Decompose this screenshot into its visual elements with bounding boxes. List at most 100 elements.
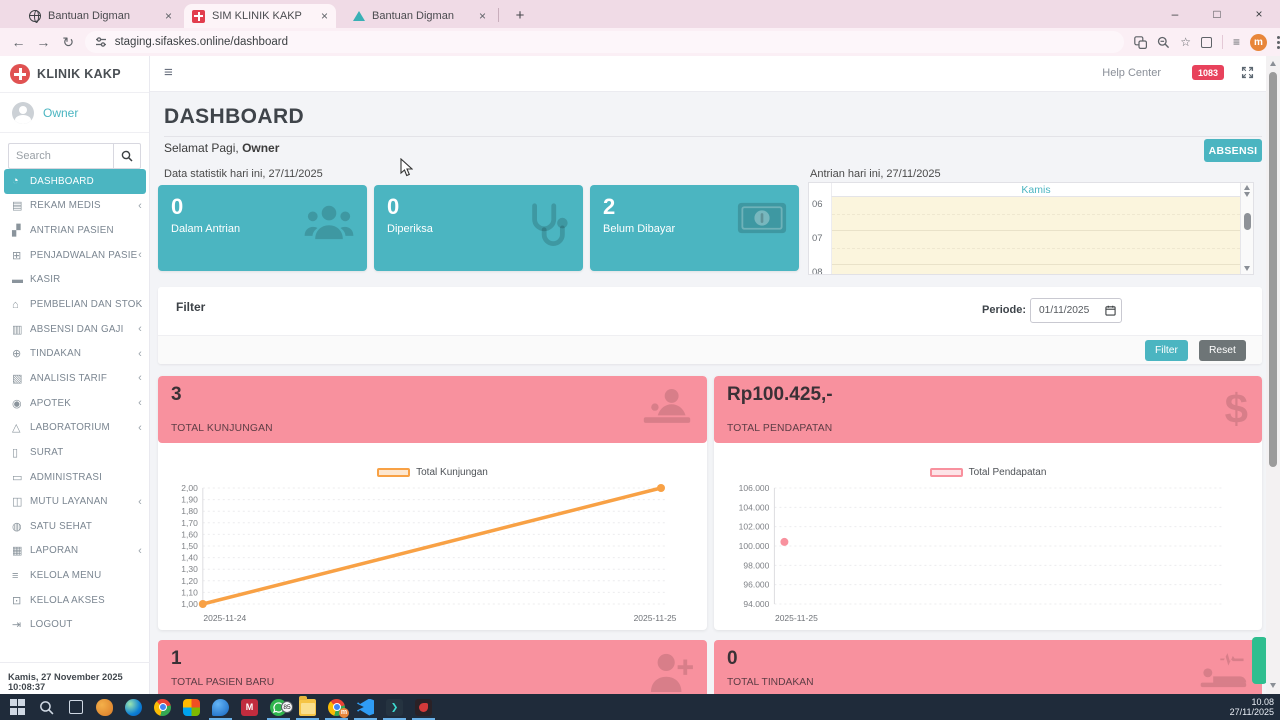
report-icon: ▦: [12, 544, 30, 557]
stat-card-belum-dibayar[interactable]: 2 Belum Dibayar: [590, 185, 799, 271]
schedule-slot-06[interactable]: [832, 197, 1240, 231]
sidebar-item-administrasi[interactable]: ▭ADMINISTRASI: [0, 465, 150, 490]
user-name[interactable]: Owner: [43, 106, 78, 120]
page-scroll-thumb[interactable]: [1269, 72, 1277, 467]
taskbar-app-photos[interactable]: [177, 694, 206, 720]
filter-submit-button[interactable]: Filter: [1145, 340, 1188, 361]
window-maximize-button[interactable]: □: [1196, 0, 1238, 28]
taskbar-app-maxthon[interactable]: M: [235, 694, 264, 720]
browser-profile-avatar[interactable]: m: [1250, 34, 1267, 51]
translate-icon[interactable]: [1134, 36, 1147, 49]
sidebar-item-analisis-tarif[interactable]: ▧ANALISIS TARIF‹: [0, 366, 150, 391]
taskbar-app-whatsapp[interactable]: 85: [264, 694, 293, 720]
hamburger-icon[interactable]: ≡: [164, 64, 173, 81]
taskbar-app-pet[interactable]: [90, 694, 119, 720]
site-settings-icon[interactable]: [95, 36, 107, 48]
schedule-slot-08[interactable]: [832, 265, 1240, 275]
task-view-icon: [69, 700, 83, 714]
kunjungan-line-chart: 2,001,901,801,701,601,501,401,301,201,10…: [172, 482, 689, 628]
sidebar-item-laboratorium[interactable]: △LABORATORIUM‹: [0, 415, 150, 440]
taskbar-search-button[interactable]: [32, 694, 61, 720]
search-input[interactable]: [8, 143, 113, 169]
bookmark-star-icon[interactable]: ☆: [1180, 35, 1191, 49]
schedule-grid[interactable]: [831, 197, 1240, 274]
date-from-input[interactable]: 01/11/2025: [1030, 298, 1122, 323]
taskbar-app-terminal[interactable]: ❯: [380, 694, 409, 720]
chevron-collapsed-icon: ‹: [138, 200, 142, 212]
sidebar-item-absensi-dan-gaji[interactable]: ▥ABSENSI DAN GAJI‹: [0, 317, 150, 342]
schedule-scrollbar[interactable]: [1240, 183, 1253, 274]
taskbar-app-thunderbird[interactable]: [206, 694, 235, 720]
new-tab-button[interactable]: +: [508, 4, 532, 28]
reload-icon[interactable]: ↻: [56, 34, 81, 51]
tab-close-icon[interactable]: ×: [165, 9, 172, 23]
stat-card-dalam-antrian[interactable]: 0 Dalam Antrian: [158, 185, 367, 271]
sidebar-item-pembelian-dan-stok[interactable]: ⌂PEMBELIAN DAN STOK: [0, 292, 150, 317]
start-button[interactable]: [3, 694, 32, 720]
tab-close-icon[interactable]: ×: [321, 9, 328, 23]
page-scrollbar[interactable]: [1266, 56, 1280, 694]
zoom-icon[interactable]: [1157, 36, 1170, 49]
taskbar-app-edge[interactable]: [119, 694, 148, 720]
extensions-icon[interactable]: [1201, 37, 1212, 48]
taskbar-app-vscode[interactable]: [351, 694, 380, 720]
taskbar-clock[interactable]: 10.08 27/11/2025: [1230, 697, 1280, 718]
address-bar[interactable]: staging.sifaskes.online/dashboard: [85, 31, 1124, 53]
greeting-name: Owner: [242, 141, 279, 155]
procedure-bed-icon: [1198, 650, 1248, 697]
sidebar-item-kelola-menu[interactable]: ≡KELOLA MENU: [0, 563, 150, 588]
scroll-down-arrow[interactable]: [1270, 683, 1276, 688]
sidebar-item-surat[interactable]: ▯SURAT: [0, 440, 150, 465]
stat-card-diperiksa[interactable]: 0 Diperiksa: [374, 185, 583, 271]
search-button[interactable]: [113, 143, 141, 169]
taskbar-app-chrome-profile[interactable]: m: [322, 694, 351, 720]
pendapatan-line-chart: 106.000104.000102.000100.00098.00096.000…: [728, 482, 1244, 628]
sidebar-item-dashboard[interactable]: ◔DASHBOARD: [4, 169, 146, 194]
schedule-day-header: Kamis: [831, 183, 1240, 197]
absensi-button[interactable]: ABSENSI: [1204, 139, 1262, 162]
taskbar-app-misc[interactable]: [409, 694, 438, 720]
schedule-scroll-thumb[interactable]: [1244, 213, 1251, 230]
floating-green-tab[interactable]: [1252, 637, 1267, 684]
sidebar-item-rekam-medis[interactable]: ▤REKAM MEDIS‹: [0, 194, 150, 219]
sidebar-item-mutu-layanan[interactable]: ◫MUTU LAYANAN‹: [0, 489, 150, 514]
browser-tab-2-active[interactable]: SIM KLINIK KAKP ×: [184, 4, 336, 28]
task-view-button[interactable]: [61, 694, 90, 720]
tab-close-icon[interactable]: ×: [479, 9, 486, 23]
window-minimize-button[interactable]: –: [1154, 0, 1196, 28]
taskbar-app-explorer[interactable]: [293, 694, 322, 720]
schedule-slot-07[interactable]: [832, 231, 1240, 265]
sidebar-item-antrian-pasien[interactable]: ▞ANTRIAN PASIEN: [0, 218, 150, 243]
tab-title: SIM KLINIK KAKP: [212, 10, 302, 22]
sidebar-item-tindakan[interactable]: ⊕TINDAKAN‹: [0, 341, 150, 366]
lab-icon: △: [12, 421, 30, 434]
admin-icon: ▭: [12, 471, 30, 484]
sidebar-item-kasir[interactable]: ▬KASIR: [0, 268, 150, 293]
sidebar-item-logout[interactable]: ⇥LOGOUT: [0, 613, 150, 638]
sidebar-item-kelola-akses[interactable]: ⊡KELOLA AKSES: [0, 588, 150, 613]
calendar-icon[interactable]: [1105, 305, 1116, 316]
sidebar-item-apotek[interactable]: ◉APOTEK‹: [0, 391, 150, 416]
svg-text:1,40: 1,40: [181, 553, 198, 563]
vscode-icon: [357, 699, 374, 716]
back-icon[interactable]: ←: [6, 34, 31, 50]
user-plus-icon: [647, 650, 693, 697]
notification-badge[interactable]: 1083: [1192, 65, 1224, 80]
forward-icon[interactable]: →: [31, 34, 56, 50]
browser-tab-3[interactable]: Bantuan Digman ×: [344, 4, 494, 28]
filter-reset-button[interactable]: Reset: [1199, 340, 1246, 361]
sidebar-item-laporan[interactable]: ▦LAPORAN‹: [0, 539, 150, 564]
logout-icon: ⇥: [12, 618, 30, 631]
browser-tab-1[interactable]: Bantuan Digman ×: [20, 4, 180, 28]
clinic-favicon-icon: [192, 10, 205, 23]
sidebar-item-satu-sehat[interactable]: ◍SATU SEHAT: [0, 514, 150, 539]
fullscreen-icon[interactable]: [1241, 66, 1254, 84]
periode-label: Periode:: [982, 304, 1026, 316]
help-center-link[interactable]: Help Center: [1102, 67, 1161, 79]
scroll-up-arrow[interactable]: [1270, 61, 1276, 66]
window-close-button[interactable]: ×: [1238, 0, 1280, 28]
user-row[interactable]: Owner: [0, 93, 149, 133]
sidebar-item-penjadwalan-pasien[interactable]: ⊞PENJADWALAN PASIEN‹: [0, 243, 150, 268]
reading-list-icon[interactable]: ≡: [1233, 35, 1240, 49]
taskbar-app-chrome[interactable]: [148, 694, 177, 720]
